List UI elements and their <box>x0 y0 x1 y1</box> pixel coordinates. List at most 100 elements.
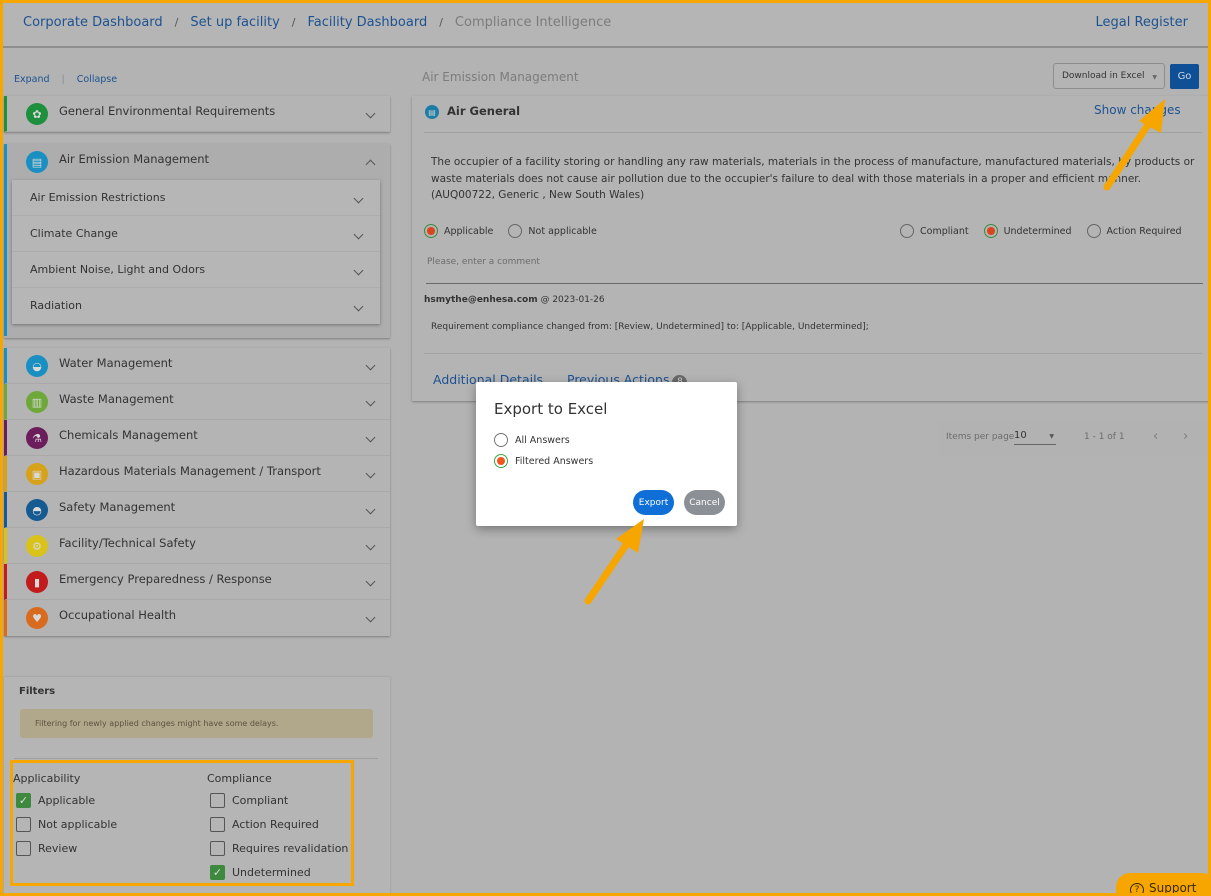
chevron-down-icon[interactable] <box>353 193 364 204</box>
breadcrumb-corporate-dashboard[interactable]: Corporate Dashboard <box>23 15 163 30</box>
chevron-down-icon[interactable] <box>365 468 376 479</box>
category-occupational-health[interactable]: ♥ Occupational Health <box>4 600 390 636</box>
category-header-air-emission[interactable]: ▤ Air Emission Management <box>4 144 390 180</box>
radio-icon[interactable] <box>1086 224 1101 238</box>
subcategory-climate-change[interactable]: Climate Change <box>12 216 380 252</box>
radio-all-answers[interactable]: All Answers <box>494 433 570 447</box>
support-button[interactable]: ? Support <box>1116 873 1211 896</box>
category-header-general-environmental[interactable]: ✿ General Environmental Requirements <box>4 96 390 132</box>
filter-compliant[interactable]: Compliant <box>207 788 348 812</box>
category-chemicals-management[interactable]: ⚗ Chemicals Management <box>4 420 390 456</box>
category-label: General Environmental Requirements <box>59 104 276 118</box>
collapse-link[interactable]: Collapse <box>77 74 117 85</box>
checkbox-icon[interactable] <box>210 816 225 832</box>
radio-action-required[interactable]: Action Required <box>1086 224 1182 238</box>
chevron-right-icon[interactable]: › <box>1183 429 1188 444</box>
filters-notice: Filtering for newly applied changes migh… <box>20 709 373 738</box>
checkbox-checked-icon[interactable]: ✓ <box>16 792 31 808</box>
category-label: Safety Management <box>59 500 176 514</box>
breadcrumb-separator: / <box>439 16 443 29</box>
chevron-down-icon[interactable] <box>365 432 376 443</box>
category-label: Emergency Preparedness / Response <box>59 572 272 586</box>
checkbox-icon[interactable] <box>16 840 31 856</box>
checkbox-icon[interactable] <box>16 816 31 832</box>
chevron-down-icon[interactable] <box>365 396 376 407</box>
truck-icon: ▣ <box>26 463 48 485</box>
radio-undetermined[interactable]: Undetermined <box>983 224 1072 238</box>
subcategory-ambient-noise[interactable]: Ambient Noise, Light and Odors <box>12 252 380 288</box>
subcategory-label: Ambient Noise, Light and Odors <box>30 263 206 276</box>
section-title: Air Emission Management <box>422 70 579 84</box>
category-facility-technical-safety[interactable]: ⚙ Facility/Technical Safety <box>4 528 390 564</box>
chevron-down-icon[interactable] <box>353 265 364 276</box>
cancel-button[interactable]: Cancel <box>684 490 725 515</box>
radio-selected-icon[interactable] <box>494 454 508 468</box>
dialog-title: Export to Excel <box>494 400 608 418</box>
items-per-page-label: Items per page <box>946 432 1015 442</box>
comment-input[interactable]: Please, enter a comment <box>427 257 540 267</box>
breadcrumb-facility-dashboard[interactable]: Facility Dashboard <box>308 15 428 30</box>
radio-icon[interactable] <box>494 433 508 447</box>
subcategory-air-emission-restrictions[interactable]: Air Emission Restrictions <box>12 180 380 216</box>
chevron-down-icon[interactable] <box>353 301 364 312</box>
radio-filtered-answers[interactable]: Filtered Answers <box>494 454 593 468</box>
radio-not-applicable[interactable]: Not applicable <box>508 224 597 238</box>
chevron-down-icon[interactable] <box>365 360 376 371</box>
download-format-select[interactable]: Download in Excel ▼ <box>1053 63 1165 89</box>
radio-icon[interactable] <box>508 224 523 238</box>
radio-label: Applicable <box>444 225 494 237</box>
radio-selected-icon[interactable] <box>983 224 998 238</box>
chevron-up-icon[interactable] <box>365 159 376 170</box>
filter-undetermined[interactable]: ✓ Undetermined <box>207 860 348 884</box>
radio-applicable[interactable]: Applicable <box>424 224 493 238</box>
filter-not-applicable[interactable]: Not applicable <box>13 812 117 836</box>
radio-icon[interactable] <box>900 224 914 238</box>
chevron-down-icon[interactable] <box>365 108 376 119</box>
caret-down-icon: ▼ <box>1152 74 1157 81</box>
subcategory-list: Air Emission Restrictions Climate Change… <box>12 180 380 324</box>
category-waste-management[interactable]: ▥ Waste Management <box>4 384 390 420</box>
show-changes-link[interactable]: Show changes <box>1094 103 1181 117</box>
category-air-emission: ▤ Air Emission Management Air Emission R… <box>4 144 390 338</box>
filter-review[interactable]: Review <box>13 836 117 860</box>
compliance-filter: Compliance Compliant Action Required Req… <box>207 772 348 884</box>
chevron-down-icon[interactable] <box>365 576 376 587</box>
go-button[interactable]: Go <box>1170 64 1199 89</box>
checkbox-icon[interactable] <box>210 840 225 856</box>
radio-label: Not applicable <box>528 225 597 237</box>
category-safety-management[interactable]: ◓ Safety Management <box>4 492 390 528</box>
radio-label: All Answers <box>515 434 570 446</box>
category-label: Hazardous Materials Management / Transpo… <box>59 464 321 478</box>
chevron-down-icon[interactable] <box>353 229 364 240</box>
filter-action-required[interactable]: Action Required <box>207 812 348 836</box>
breadcrumb-set-up-facility[interactable]: Set up facility <box>190 15 279 30</box>
requirement-reference: (AUQ00722, Generic , New South Wales) <box>431 189 645 201</box>
checkbox-checked-icon[interactable]: ✓ <box>210 864 225 880</box>
subcategory-radiation[interactable]: Radiation <box>12 288 380 324</box>
chevron-down-icon[interactable] <box>365 504 376 515</box>
gear-icon: ⚙ <box>26 535 48 557</box>
radio-selected-icon[interactable] <box>424 224 438 238</box>
category-label: Chemicals Management <box>59 428 198 442</box>
radio-compliant[interactable]: Compliant <box>900 224 969 238</box>
legal-register-link[interactable]: Legal Register <box>1096 15 1189 30</box>
divider <box>14 758 378 759</box>
requirement-text: The occupier of a facility storing or ha… <box>431 154 1206 204</box>
chevron-left-icon[interactable]: ‹ <box>1153 429 1158 444</box>
expand-link[interactable]: Expand <box>14 74 50 85</box>
chevron-down-icon[interactable] <box>365 540 376 551</box>
breadcrumb-separator: / <box>291 16 296 29</box>
category-water-management[interactable]: ◒ Water Management <box>4 348 390 384</box>
export-button[interactable]: Export <box>633 490 674 515</box>
category-emergency-preparedness[interactable]: ▮ Emergency Preparedness / Response <box>4 564 390 600</box>
filter-requires-revalidation[interactable]: Requires revalidation <box>207 836 348 860</box>
category-hazardous-materials[interactable]: ▣ Hazardous Materials Management / Trans… <box>4 456 390 492</box>
filter-applicable[interactable]: ✓ Applicable <box>13 788 117 812</box>
radio-label: Action Required <box>1106 225 1182 237</box>
compliance-heading: Compliance <box>207 772 272 785</box>
compliance-radio-group: Compliant Undetermined Action Required <box>900 224 1182 238</box>
heart-pulse-icon: ♥ <box>26 607 48 629</box>
items-per-page-select[interactable]: 10 ▼ <box>1014 428 1056 445</box>
chevron-down-icon[interactable] <box>365 612 376 623</box>
checkbox-icon[interactable] <box>210 792 225 808</box>
